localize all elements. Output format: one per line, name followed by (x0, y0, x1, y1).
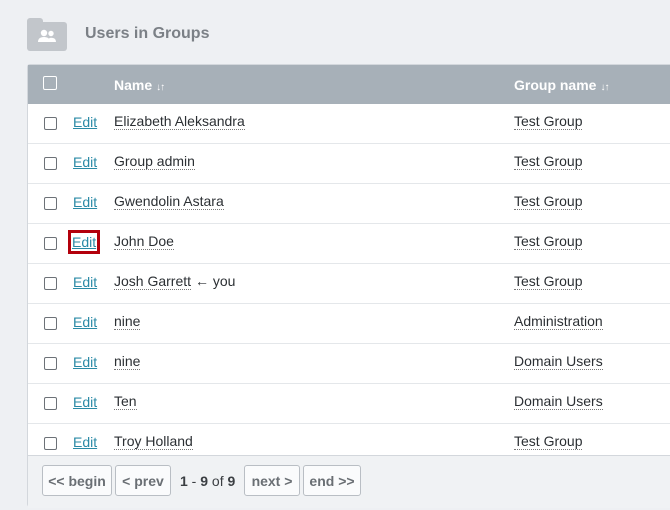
user-name[interactable]: nine (114, 354, 141, 370)
edit-link[interactable]: Edit (73, 114, 97, 130)
row-checkbox[interactable] (44, 397, 57, 410)
row-checkbox[interactable] (44, 237, 57, 250)
user-name[interactable]: Josh Garrett (114, 274, 192, 290)
column-header-group[interactable]: Group name ↓↑ (514, 77, 609, 93)
table-header: Name ↓↑ Group name ↓↑ (28, 65, 670, 104)
page-range: 1 - 9 of 9 (180, 473, 236, 489)
user-name[interactable]: Troy Holland (114, 434, 193, 450)
group-name[interactable]: Domain Users (514, 354, 603, 370)
row-checkbox[interactable] (44, 357, 57, 370)
table-row: Edit Group admin Test Group (28, 144, 670, 184)
column-header-name[interactable]: Name ↓↑ (114, 77, 165, 93)
table-row: Edit Gwendolin Astara Test Group (28, 184, 670, 224)
user-name[interactable]: Group admin (114, 154, 195, 170)
row-checkbox[interactable] (44, 157, 57, 170)
group-name[interactable]: Domain Users (514, 394, 603, 410)
group-name[interactable]: Test Group (514, 194, 583, 210)
edit-link[interactable]: Edit (73, 434, 97, 450)
group-name[interactable]: Test Group (514, 114, 583, 130)
end-button[interactable]: end >> (303, 465, 361, 496)
edit-link[interactable]: Edit (67, 230, 101, 254)
row-checkbox[interactable] (44, 437, 57, 450)
begin-button[interactable]: << begin (42, 465, 112, 496)
edit-link[interactable]: Edit (73, 314, 97, 330)
sort-icon: ↓↑ (600, 82, 609, 93)
edit-link[interactable]: Edit (73, 194, 97, 210)
user-name[interactable]: John Doe (114, 234, 174, 250)
row-checkbox[interactable] (44, 317, 57, 330)
select-all-checkbox[interactable] (43, 76, 57, 90)
table-row: Edit Josh Garrett ← you Test Group (28, 264, 670, 304)
row-checkbox[interactable] (44, 197, 57, 210)
edit-link[interactable]: Edit (73, 354, 97, 370)
next-button[interactable]: next > (244, 465, 300, 496)
edit-link[interactable]: Edit (73, 154, 97, 170)
edit-link[interactable]: Edit (73, 274, 97, 290)
row-checkbox[interactable] (44, 117, 57, 130)
group-name[interactable]: Test Group (514, 234, 583, 250)
table-row: Edit John Doe Test Group (28, 224, 670, 264)
table-row: Edit nine Domain Users (28, 344, 670, 384)
group-name[interactable]: Test Group (514, 434, 583, 450)
group-name[interactable]: Administration (514, 314, 603, 330)
current-user-marker: ← you (195, 273, 236, 289)
prev-button[interactable]: < prev (115, 465, 171, 496)
group-name[interactable]: Test Group (514, 154, 583, 170)
table-row: Edit Elizabeth Aleksandra Test Group (28, 104, 670, 144)
users-folder-icon (27, 17, 67, 51)
user-name[interactable]: nine (114, 314, 141, 330)
page-title: Users in Groups (85, 25, 210, 42)
pagination: << begin < prev 1 - 9 of 9 next > end >> (28, 455, 670, 508)
row-checkbox[interactable] (44, 277, 57, 290)
table-body: Edit Elizabeth Aleksandra Test Group Edit Gr… (28, 104, 670, 464)
edit-link[interactable]: Edit (73, 394, 97, 410)
table-row: Edit Ten Domain Users (28, 384, 670, 424)
users-table: Name ↓↑ Group name ↓↑ Edit Elizabeth Aleksa… (27, 64, 670, 508)
table-row: Edit nine Administration (28, 304, 670, 344)
sort-icon: ↓↑ (156, 82, 165, 93)
user-name[interactable]: Gwendolin Astara (114, 194, 224, 210)
user-name[interactable]: Ten (114, 394, 137, 410)
page-header: Users in Groups (27, 17, 209, 51)
group-name[interactable]: Test Group (514, 274, 583, 290)
user-name[interactable]: Elizabeth Aleksandra (114, 114, 245, 130)
